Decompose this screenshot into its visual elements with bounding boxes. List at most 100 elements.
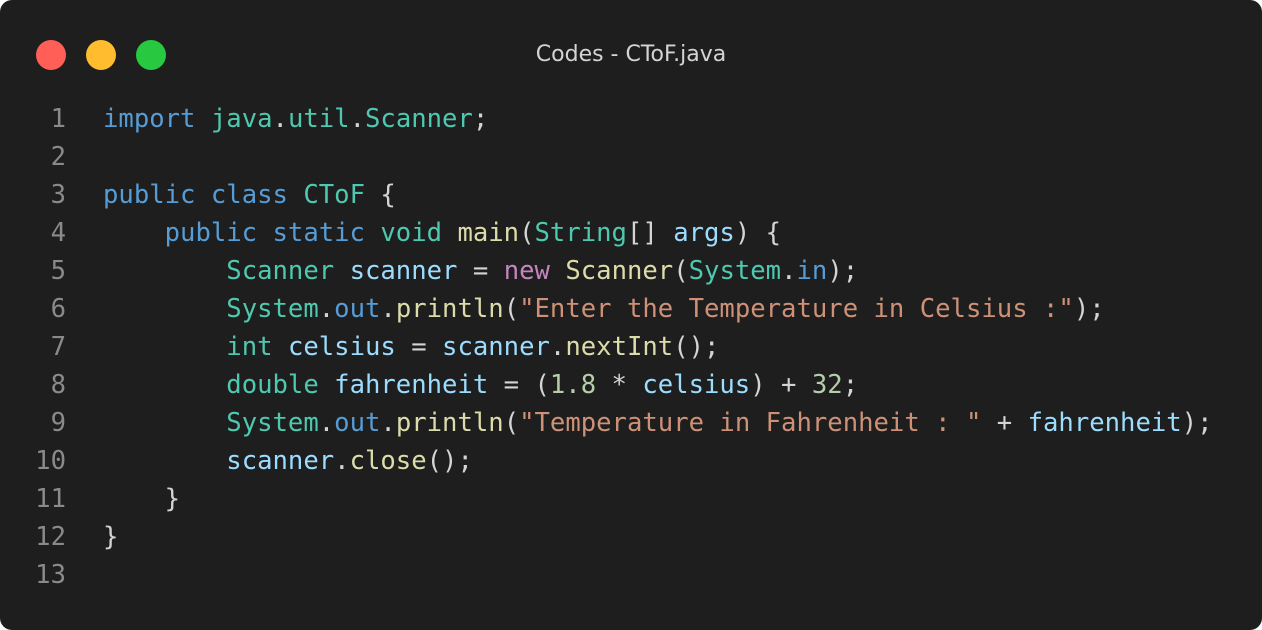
- code-token: .: [380, 408, 396, 438]
- code-token: public: [164, 218, 258, 248]
- code-token: ;: [842, 370, 859, 400]
- code-token: int: [226, 332, 273, 362]
- code-text: scanner.close();: [103, 442, 473, 480]
- code-token: );: [1073, 294, 1105, 324]
- code-line: 10 scanner.close();: [0, 442, 1262, 480]
- code-editor[interactable]: 1 import java.util.Scanner; 2 3 public class…: [0, 100, 1262, 594]
- code-token: "Enter the Temperature in Celsius :": [519, 294, 1074, 324]
- code-line: 5 Scanner scanner = new Scanner(System.i…: [0, 252, 1262, 290]
- code-text: System.out.println("Temperature in Fahre…: [103, 404, 1213, 442]
- code-token: in: [796, 256, 828, 286]
- code-token: println: [395, 408, 504, 438]
- code-token: java: [210, 104, 273, 134]
- code-token: celsius: [287, 332, 396, 362]
- line-number: 4: [50, 218, 66, 248]
- code-token: System: [688, 256, 782, 286]
- code-line: 13: [0, 556, 1262, 594]
- code-token: void: [380, 218, 443, 248]
- code-text: System.out.println("Enter the Temperatur…: [103, 290, 1105, 328]
- code-token: nextInt: [565, 332, 674, 362]
- code-token: .: [380, 294, 396, 324]
- code-token: scanner: [442, 332, 550, 362]
- line-number: 9: [50, 408, 66, 438]
- line-number: 7: [50, 332, 66, 362]
- code-token: ) +: [750, 370, 812, 400]
- code-token: .: [781, 256, 797, 286]
- code-token: close: [349, 446, 427, 476]
- line-number: 8: [50, 370, 66, 400]
- code-text: public class CToF {: [103, 176, 396, 214]
- code-line: 11 }: [0, 480, 1262, 518]
- code-line: 6 System.out.println("Enter the Temperat…: [0, 290, 1262, 328]
- line-number: 3: [50, 180, 66, 210]
- code-token: .: [334, 446, 350, 476]
- line-number: 6: [50, 294, 66, 324]
- code-text: import java.util.Scanner;: [103, 100, 488, 138]
- code-line: 1 import java.util.Scanner;: [0, 100, 1262, 138]
- code-token: {: [364, 180, 396, 210]
- line-number: 10: [35, 446, 66, 476]
- code-token: class: [210, 180, 288, 210]
- code-token: .: [318, 408, 335, 438]
- code-token: out: [334, 294, 381, 324]
- code-token: CToF: [303, 180, 365, 210]
- code-token: +: [981, 408, 1028, 438]
- code-line: 7 int celsius = scanner.nextInt();: [0, 328, 1262, 366]
- code-token: }: [103, 484, 181, 514]
- code-token: []: [626, 218, 674, 248]
- code-token: 1.8: [549, 370, 597, 400]
- code-token: static: [272, 218, 365, 248]
- code-token: double: [226, 370, 319, 400]
- code-token: .: [549, 332, 566, 362]
- code-token: (: [673, 256, 689, 286]
- code-token: ) {: [734, 218, 782, 248]
- code-token: (: [503, 408, 520, 438]
- line-number: 11: [35, 484, 66, 514]
- code-line: 8 double fahrenheit = (1.8 * celsius) + …: [0, 366, 1262, 404]
- code-token: =: [395, 332, 443, 362]
- code-token: println: [395, 294, 504, 324]
- code-token: new: [503, 256, 550, 286]
- code-token: fahrenheit: [1027, 408, 1182, 438]
- code-token: "Temperature in Fahrenheit : ": [519, 408, 982, 438]
- code-token: .: [318, 294, 335, 324]
- line-number: 2: [50, 142, 66, 172]
- code-token: Scanner: [565, 256, 674, 286]
- code-token: out: [334, 408, 381, 438]
- code-text: public static void main(String[] args) {: [103, 214, 781, 252]
- code-window: Codes - CToF.java 1 import java.util.Scan…: [0, 0, 1262, 630]
- code-token: .: [349, 104, 365, 134]
- code-line: 2: [0, 138, 1262, 176]
- code-token: Scanner: [365, 104, 473, 134]
- code-token: public: [103, 180, 196, 210]
- code-token: celsius: [642, 370, 751, 400]
- code-token: =: [457, 256, 504, 286]
- code-line: 9 System.out.println("Temperature in Fah…: [0, 404, 1262, 442]
- code-text: double fahrenheit = (1.8 * celsius) + 32…: [103, 366, 858, 404]
- code-token: (: [503, 294, 520, 324]
- line-number: 12: [35, 522, 66, 552]
- code-token: main: [457, 218, 520, 248]
- code-line: 4 public static void main(String[] args)…: [0, 214, 1262, 252]
- code-token: System: [226, 408, 319, 438]
- code-token: ();: [673, 332, 720, 362]
- code-token: );: [1181, 408, 1213, 438]
- code-token: .: [272, 104, 288, 134]
